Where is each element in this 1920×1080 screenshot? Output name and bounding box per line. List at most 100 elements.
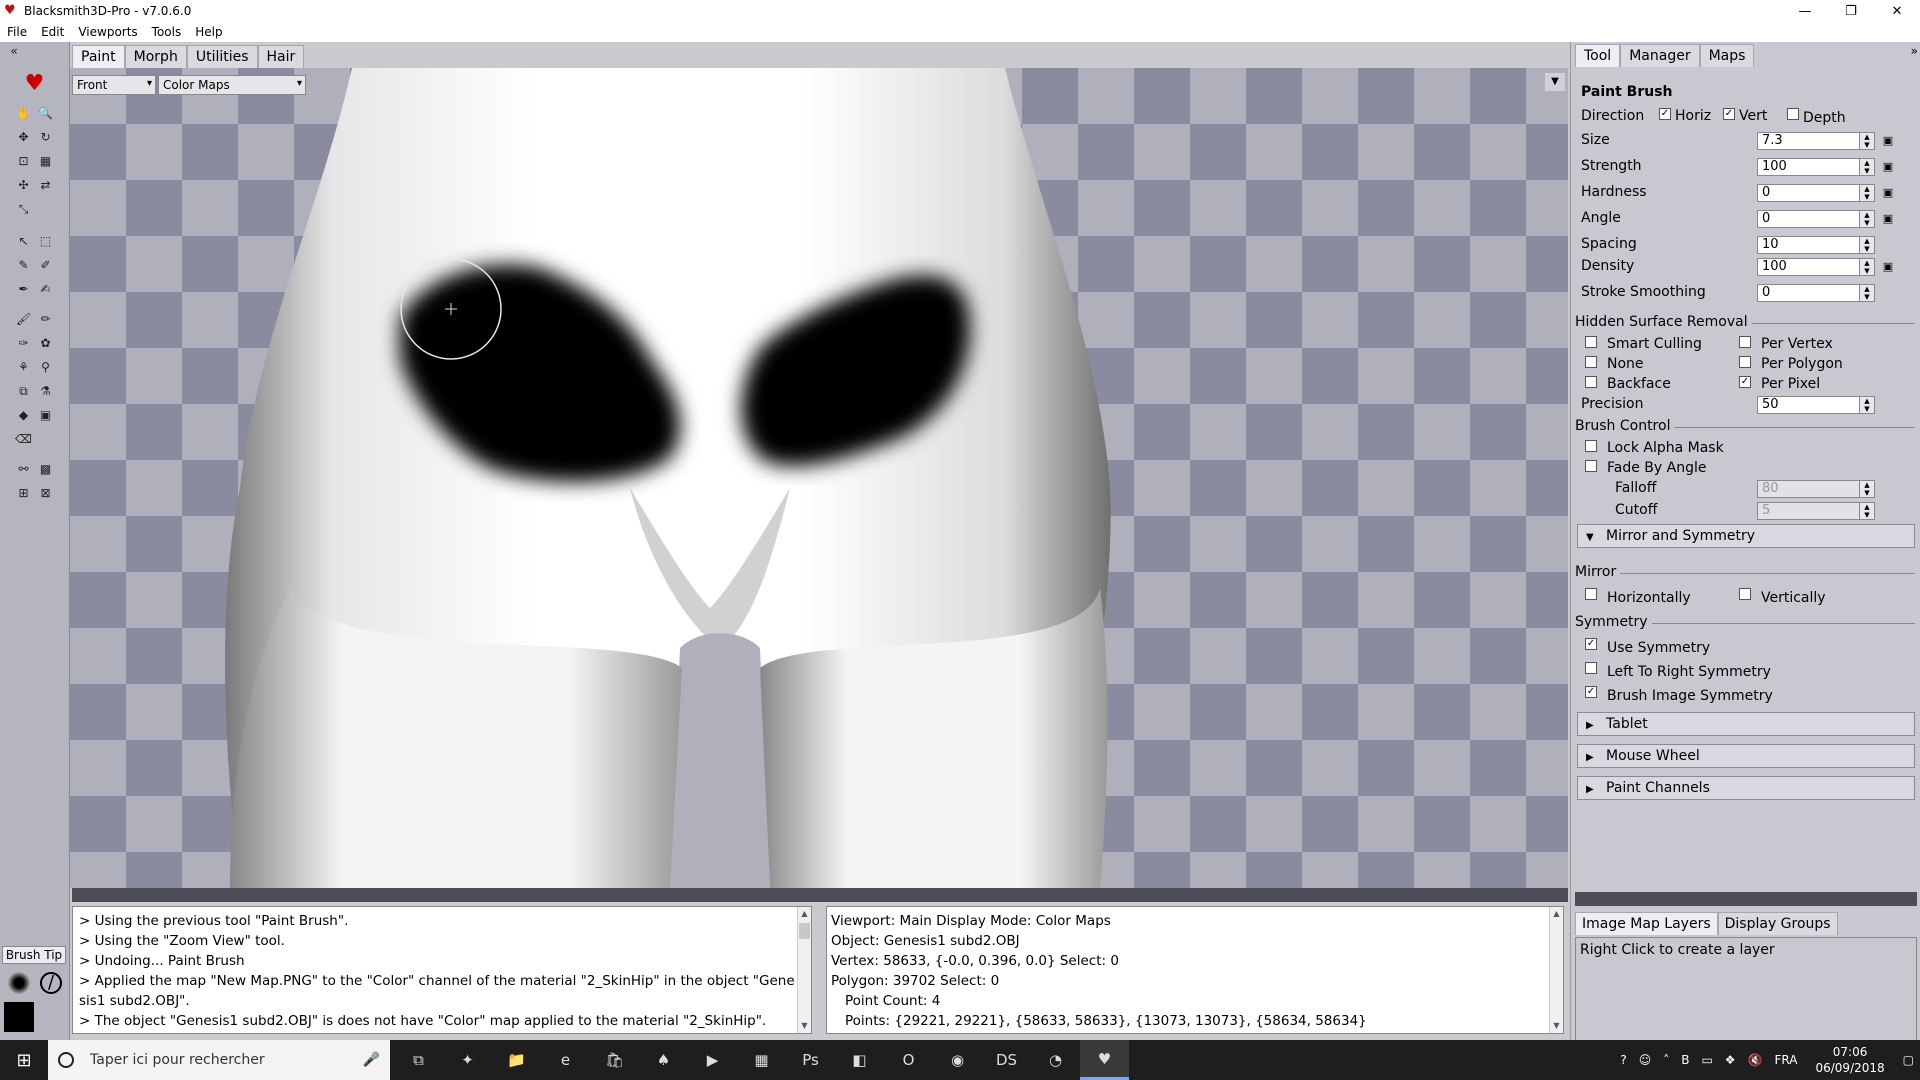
notifications-icon[interactable]: ▢ [1897, 1053, 1920, 1067]
log-panel[interactable]: > Using the previous tool "Paint Brush".… [72, 906, 812, 1034]
blacksmith-taskbar-icon[interactable]: ♥ [1080, 1040, 1129, 1080]
smudge-tool-icon[interactable]: ✍ [36, 280, 56, 298]
color-tool-icon[interactable]: ✿ [36, 334, 56, 352]
eraser-tool-icon[interactable]: ⌫ [14, 430, 34, 448]
scroll-up-icon[interactable]: ▲ [798, 907, 811, 921]
menu-viewports[interactable]: Viewports [71, 25, 144, 39]
minimize-button[interactable]: — [1782, 0, 1828, 22]
paint-brush-tool-icon[interactable]: 🖌 [14, 310, 34, 328]
orbit-tool-icon[interactable]: ↻ [36, 128, 56, 146]
view-select[interactable]: Front ▾ [72, 75, 156, 95]
file-explorer-icon[interactable]: 📁 [492, 1040, 541, 1080]
tab-display-groups[interactable]: Display Groups [1717, 912, 1838, 935]
left-right-symmetry-checkbox[interactable] [1585, 662, 1597, 674]
zoom-tool-icon[interactable]: 🔍 [36, 104, 56, 122]
language-indicator[interactable]: FRA [1769, 1053, 1804, 1067]
dropbox-tray-icon[interactable]: ❖ [1719, 1053, 1742, 1067]
people-tray-icon[interactable]: ☺ [1633, 1053, 1658, 1067]
pattern-tool-icon[interactable]: ▩ [36, 460, 56, 478]
lock-alpha-checkbox[interactable] [1585, 440, 1597, 452]
lasso-tool-icon[interactable]: ✎ [14, 256, 34, 274]
brush-image-symmetry-checkbox[interactable]: ✓ [1585, 686, 1597, 698]
microphone-icon[interactable]: 🎤 [363, 1052, 380, 1068]
tab-maps[interactable]: Maps [1699, 44, 1755, 67]
precision-input[interactable]: 50 [1757, 396, 1875, 414]
daz-studio-icon[interactable]: DS [982, 1040, 1031, 1080]
tab-image-map-layers[interactable]: Image Map Layers [1575, 912, 1718, 935]
strength-input[interactable]: 100 [1757, 158, 1875, 176]
move-tool-icon[interactable]: ✣ [14, 176, 34, 194]
task-view-icon[interactable]: ⧉ [394, 1040, 443, 1080]
menu-file[interactable]: File [0, 25, 34, 39]
mouse-wheel-accordion[interactable]: ▶ Mouse Wheel [1577, 744, 1915, 768]
solitaire-icon[interactable]: ♠ [639, 1040, 688, 1080]
angle-input[interactable]: 0 [1757, 210, 1875, 228]
outlook-icon[interactable]: O [884, 1040, 933, 1080]
fade-by-angle-checkbox[interactable] [1585, 460, 1597, 472]
media-player-icon[interactable]: ▶ [688, 1040, 737, 1080]
horiz-checkbox[interactable]: ✓ [1659, 108, 1671, 120]
stamp-tool-icon[interactable]: ⚘ [14, 358, 34, 376]
none-checkbox[interactable] [1585, 356, 1597, 368]
select-tool-icon[interactable]: ↖ [14, 232, 34, 250]
size-stepper[interactable]: ▲ ▼ [1859, 132, 1875, 150]
close-button[interactable]: ✕ [1874, 0, 1920, 22]
no-tip-icon[interactable]: / [40, 972, 62, 994]
paint-channels-accordion[interactable]: ▶ Paint Channels [1577, 776, 1915, 800]
fill-tool-icon[interactable]: ◆ [14, 406, 34, 424]
eyedropper-tool-icon[interactable]: ⚯ [14, 460, 34, 478]
firefox-icon[interactable]: ◔ [1031, 1040, 1080, 1080]
menu-help[interactable]: Help [188, 25, 229, 39]
network-tray-icon[interactable]: ▭ [1695, 1053, 1718, 1067]
grid-tool-icon[interactable]: ▦ [36, 152, 56, 170]
spacing-input[interactable]: 10 [1757, 236, 1875, 254]
edge-browser-icon[interactable]: e [541, 1040, 590, 1080]
cutoff-stepper[interactable]: ▲ ▼ [1859, 502, 1875, 520]
scale-tool-icon[interactable]: ⤡ [14, 200, 34, 218]
cutoff-input[interactable]: 5 [1757, 502, 1875, 520]
scroll-up-icon[interactable]: ▲ [1550, 907, 1563, 921]
size-pressure-icon[interactable]: ▣ [1881, 134, 1895, 148]
taskbar-search[interactable]: Taper ici pour rechercher 🎤 [48, 1040, 390, 1080]
angle-pressure-icon[interactable]: ▣ [1881, 212, 1895, 226]
strength-stepper[interactable]: ▲ ▼ [1859, 158, 1875, 176]
viewport-menu-icon[interactable]: ▼ [1545, 73, 1565, 91]
scroll-thumb[interactable] [799, 923, 810, 939]
strength-pressure-icon[interactable]: ▣ [1881, 160, 1895, 174]
uv-tool-icon[interactable]: ⊞ [14, 484, 34, 502]
frame-tool-icon[interactable]: ⊡ [14, 152, 34, 170]
sharpen-tool-icon[interactable]: ⚗ [36, 382, 56, 400]
scroll-down-icon[interactable]: ▼ [798, 1019, 811, 1033]
mirror-symmetry-accordion[interactable]: ▼ Mirror and Symmetry [1577, 524, 1915, 548]
smart-culling-checkbox[interactable] [1585, 336, 1597, 348]
paint-select-icon[interactable]: ✐ [36, 256, 56, 274]
clock[interactable]: 07:06 06/09/2018 [1803, 1044, 1896, 1076]
falloff-stepper[interactable]: ▲ ▼ [1859, 480, 1875, 498]
info-scrollbar[interactable]: ▲ ▼ [1549, 907, 1563, 1033]
backface-checkbox[interactable] [1585, 376, 1597, 388]
checker-tool-icon[interactable]: ⊠ [36, 484, 56, 502]
menu-edit[interactable]: Edit [34, 25, 71, 39]
app-circle-icon[interactable]: ◉ [933, 1040, 982, 1080]
app-pinned-1-icon[interactable]: ✦ [443, 1040, 492, 1080]
use-symmetry-checkbox[interactable]: ✓ [1585, 638, 1597, 650]
per-polygon-checkbox[interactable] [1739, 356, 1751, 368]
stroke-smoothing-input[interactable]: 0 [1757, 284, 1875, 302]
office-icon[interactable]: ▦ [737, 1040, 786, 1080]
collapse-left-icon[interactable]: « [4, 42, 24, 60]
bucket-tool-icon[interactable]: ▣ [36, 406, 56, 424]
density-stepper[interactable]: ▲ ▼ [1859, 258, 1875, 276]
volume-tray-icon[interactable]: 🔇 [1742, 1053, 1769, 1067]
main-viewport[interactable]: Front ▾ Color Maps ▾ ▼ [70, 68, 1568, 888]
size-input[interactable]: 7.3 [1757, 132, 1875, 150]
color-swatch-black[interactable] [4, 1002, 34, 1032]
spacing-stepper[interactable]: ▲ ▼ [1859, 236, 1875, 254]
vert-checkbox[interactable]: ✓ [1723, 108, 1735, 120]
rotate-tool-icon[interactable]: ✥ [14, 128, 34, 146]
tab-manager[interactable]: Manager [1620, 44, 1700, 67]
airbrush-tool-icon[interactable]: ✒ [14, 280, 34, 298]
help-tray-icon[interactable]: ? [1614, 1053, 1632, 1067]
display-mode-select[interactable]: Color Maps ▾ [158, 75, 306, 95]
tab-paint[interactable]: Paint [72, 45, 125, 69]
tab-hair[interactable]: Hair [257, 45, 305, 69]
